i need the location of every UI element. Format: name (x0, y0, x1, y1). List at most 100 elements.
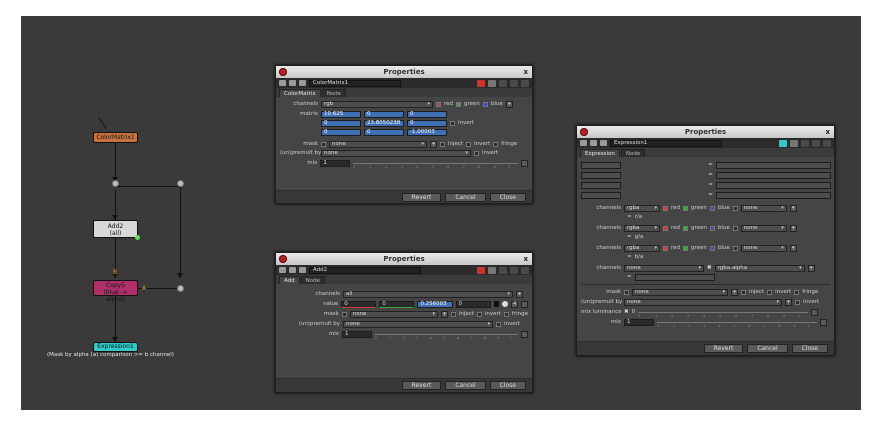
unpremult-invert-checkbox[interactable] (795, 299, 800, 305)
mask-checkbox[interactable] (321, 141, 326, 147)
help-icon[interactable] (823, 139, 831, 147)
alpha-checkbox[interactable] (732, 245, 738, 251)
mix-animation-button[interactable] (820, 318, 827, 326)
panel-titlebar[interactable]: Properties x (276, 253, 532, 265)
mask-menu-button[interactable]: ▾ (441, 310, 448, 318)
channels-select[interactable]: rgba (624, 204, 660, 212)
color-picker-icon[interactable] (477, 79, 485, 87)
tab-colormatrix[interactable]: ColorMatrix (279, 89, 321, 97)
mask-invert-checkbox[interactable] (466, 141, 472, 147)
channels-select[interactable]: rgba (624, 244, 660, 252)
expression-input[interactable] (634, 273, 715, 281)
mask-invert-checkbox[interactable] (767, 289, 773, 295)
redo-icon[interactable] (510, 79, 518, 87)
matrix-cell-1-1[interactable]: 23.8050238 (364, 119, 404, 127)
inject-checkbox[interactable] (450, 311, 456, 317)
expression-text[interactable]: b/a (635, 254, 644, 260)
node-color-icon[interactable] (299, 80, 306, 86)
value-g-input[interactable]: 0 (379, 300, 415, 308)
mix-input[interactable]: 1 (341, 330, 372, 338)
inject-checkbox[interactable] (440, 141, 445, 147)
settings-icon[interactable] (488, 79, 496, 87)
mask-select[interactable]: none (349, 310, 438, 318)
undo-icon[interactable] (499, 266, 507, 274)
tab-expression[interactable]: Expression (580, 149, 620, 157)
temp-expr-input[interactable] (715, 191, 832, 199)
settings-icon[interactable] (488, 266, 496, 274)
color-picker-icon[interactable] (779, 139, 787, 147)
mask-checkbox[interactable] (341, 311, 347, 317)
unpremult-menu-button[interactable]: ▾ (785, 298, 792, 306)
unpremult-invert-checkbox[interactable] (474, 150, 479, 156)
node-colormatrix[interactable]: ColorMatrix1 (93, 132, 138, 143)
redo-icon[interactable] (812, 139, 820, 147)
temp-expr-input[interactable] (715, 181, 832, 189)
mask-invert-checkbox[interactable] (476, 311, 482, 317)
value-animation-button[interactable] (521, 300, 528, 308)
channel-menu-button[interactable]: ▾ (789, 204, 797, 212)
value-r-input[interactable]: 0 (341, 300, 377, 308)
mix-slider[interactable]: 0 .1 .2 .3 .4 .5 .6 .7 .8 .9 1 (352, 161, 519, 169)
close-button[interactable]: Close (489, 381, 526, 390)
red-checkbox[interactable] (663, 225, 668, 231)
matrix-cell-0-2[interactable]: 0 (407, 110, 447, 118)
panel-titlebar[interactable]: Properties x (577, 126, 834, 138)
node-color-icon[interactable] (600, 140, 607, 146)
cancel-button[interactable]: Cancel (747, 344, 788, 353)
matrix-cell-1-0[interactable]: 0 (321, 119, 361, 127)
undo-icon[interactable] (499, 79, 507, 87)
alpha-checkbox-icon[interactable]: ✖ (707, 265, 712, 271)
node-name-field[interactable]: Expression1 (610, 139, 722, 147)
channels-select[interactable]: rgba (624, 224, 660, 232)
mix-luminance-value[interactable]: 0 (632, 309, 636, 315)
mix-input[interactable]: 1 (320, 159, 350, 167)
channels-select[interactable]: rgb (321, 100, 433, 108)
tab-node[interactable]: Node (321, 89, 347, 97)
collapse-icon[interactable] (279, 267, 286, 273)
node-add[interactable]: Add2 (all) (93, 220, 140, 240)
channel-menu-button[interactable]: ▾ (789, 224, 797, 232)
mask-select[interactable]: none (632, 288, 728, 296)
close-button[interactable]: Close (791, 344, 828, 353)
redo-icon[interactable] (510, 266, 518, 274)
alpha-select[interactable]: none (740, 224, 787, 232)
alpha-select[interactable]: none (740, 204, 787, 212)
node-name-field[interactable]: Add2 (309, 266, 421, 274)
fringe-checkbox[interactable] (794, 289, 800, 295)
unpremult-select[interactable]: none (343, 320, 493, 328)
revert-button[interactable]: Revert (401, 192, 442, 202)
undo-icon[interactable] (801, 139, 809, 147)
fringe-checkbox[interactable] (503, 311, 509, 317)
collapse-icon[interactable] (580, 140, 587, 146)
mask-checkbox[interactable] (624, 289, 629, 295)
expression-text[interactable]: g/a (635, 234, 644, 240)
mix-input[interactable]: 1 (624, 318, 654, 326)
mix-slider[interactable]: 0 .1 .2 .3 .4 .5 .6 .7 .8 .9 1 (657, 320, 817, 328)
help-icon[interactable] (521, 79, 529, 87)
green-checkbox[interactable] (683, 205, 689, 211)
node-color-icon[interactable] (299, 267, 306, 273)
green-checkbox[interactable] (683, 245, 689, 251)
mix-luminance-slider[interactable]: 0 .1 .2 .3 .4 .5 .6 .7 .8 .9 1 (638, 310, 809, 318)
value-b-input[interactable]: 0.256003 (417, 300, 453, 308)
matrix-cell-2-0[interactable]: 0 (321, 128, 361, 136)
unpremult-select[interactable]: none (624, 298, 782, 306)
channels-select[interactable]: none (624, 264, 704, 272)
blue-checkbox[interactable] (709, 225, 715, 231)
red-checkbox[interactable] (436, 101, 441, 107)
blue-checkbox[interactable] (482, 101, 488, 107)
close-icon[interactable]: x (825, 126, 830, 138)
channels-select[interactable]: all (343, 290, 513, 298)
dot-node[interactable] (112, 180, 119, 187)
blue-checkbox[interactable] (709, 245, 715, 251)
node-copy[interactable]: Copy5 (blue -> alpha) (93, 280, 138, 303)
help-icon[interactable] (521, 266, 529, 274)
float-icon[interactable] (289, 80, 296, 86)
mix-animation-button[interactable] (521, 330, 529, 338)
temp-name-input[interactable] (581, 171, 621, 179)
revert-button[interactable]: Revert (401, 381, 442, 390)
mix-luminance-animation-button[interactable] (811, 308, 819, 316)
channel-menu-button[interactable]: ▾ (505, 100, 513, 108)
dot-node[interactable] (177, 285, 184, 292)
color-picker-icon[interactable] (477, 266, 485, 274)
